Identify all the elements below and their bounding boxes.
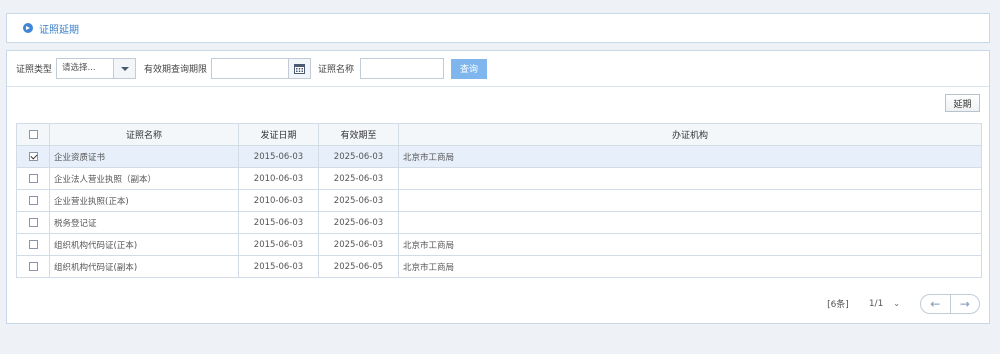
row-checkbox[interactable] <box>28 173 38 183</box>
date-field[interactable] <box>212 59 288 78</box>
cell-name: 税务登记证 <box>49 211 239 234</box>
name-label: 证照名称 <box>318 65 355 75</box>
cell-name: 企业资质证书 <box>49 145 239 168</box>
select-all-checkbox[interactable] <box>28 129 38 139</box>
type-select-value: 请选择... <box>62 63 96 73</box>
row-checkbox[interactable] <box>28 151 38 161</box>
period-date-input[interactable] <box>211 58 312 79</box>
chevron-down-icon[interactable]: ⌄ <box>893 299 900 308</box>
cell-issued: 2015-06-03 <box>238 145 319 168</box>
cell-valid-until: 2025-06-03 <box>318 145 399 168</box>
select-all-cell <box>16 123 50 146</box>
row-checkbox-cell <box>16 255 50 278</box>
name-input[interactable] <box>360 58 445 79</box>
table-row[interactable]: 组织机构代码证(副本) 2015-06-03 2025-06-05 北京市工商局 <box>16 255 982 278</box>
cell-name: 企业营业执照(正本) <box>49 189 239 212</box>
cell-valid-until: 2025-06-03 <box>318 233 399 256</box>
row-checkbox-cell <box>16 189 50 212</box>
cell-valid-until: 2025-06-03 <box>318 211 399 234</box>
main-panel: 证照类型 请选择... 有效期查询期限 证照名称 查询 延期 证照名称 发证日期… <box>6 50 990 324</box>
license-table: 证照名称 发证日期 有效期至 办证机构 企业资质证书 2015-06-03 20… <box>16 123 982 278</box>
page-indicator: 1/1 <box>868 298 884 309</box>
col-agency[interactable]: 办证机构 <box>398 123 982 146</box>
page-title: 证照延期 <box>39 24 79 36</box>
arrow-right-icon[interactable]: → <box>949 294 980 313</box>
table-row[interactable]: 组织机构代码证(正本) 2015-06-03 2025-06-03 北京市工商局 <box>16 233 982 256</box>
row-checkbox[interactable] <box>28 195 38 205</box>
cell-agency: 北京市工商局 <box>398 233 982 256</box>
type-label: 证照类型 <box>16 65 53 75</box>
table-row[interactable]: 企业法人营业执照（副本） 2010-06-03 2025-06-03 <box>16 167 982 190</box>
cell-agency: 北京市工商局 <box>398 255 982 278</box>
page-nav: ← → <box>920 293 980 314</box>
cell-name: 组织机构代码证(副本) <box>49 255 239 278</box>
table-row[interactable]: 税务登记证 2015-06-03 2025-06-03 <box>16 211 982 234</box>
cell-valid-until: 2025-06-03 <box>318 167 399 190</box>
cell-valid-until: 2025-06-03 <box>318 189 399 212</box>
table-row[interactable]: 企业资质证书 2015-06-03 2025-06-03 北京市工商局 <box>16 145 982 168</box>
query-button[interactable]: 查询 <box>451 58 488 79</box>
table-header-row: 证照名称 发证日期 有效期至 办证机构 <box>16 123 982 146</box>
cell-issued: 2015-06-03 <box>238 255 319 278</box>
cell-agency: 北京市工商局 <box>398 145 982 168</box>
cell-valid-until: 2025-06-05 <box>318 255 399 278</box>
row-checkbox[interactable] <box>28 261 38 271</box>
cell-issued: 2015-06-03 <box>238 211 319 234</box>
cell-agency <box>398 211 982 234</box>
record-count: [6条] <box>827 300 849 310</box>
caret-down-icon[interactable] <box>113 59 136 78</box>
cell-issued: 2010-06-03 <box>238 167 319 190</box>
cell-issued: 2010-06-03 <box>238 189 319 212</box>
row-checkbox-cell <box>16 233 50 256</box>
period-label: 有效期查询期限 <box>144 65 208 75</box>
row-checkbox[interactable] <box>28 217 38 227</box>
filter-bar: 证照类型 请选择... 有效期查询期限 证照名称 查询 <box>7 51 989 87</box>
col-valid-until[interactable]: 有效期至 <box>318 123 399 146</box>
col-issued[interactable]: 发证日期 <box>238 123 319 146</box>
row-checkbox-cell <box>16 167 50 190</box>
pagination: [6条] 1/1 ⌄ ← → <box>827 293 980 314</box>
circle-arrow-icon <box>23 23 33 33</box>
row-checkbox-cell <box>16 211 50 234</box>
page-header: 证照延期 <box>6 13 990 43</box>
calendar-icon[interactable] <box>288 59 311 78</box>
cell-agency <box>398 189 982 212</box>
arrow-left-icon[interactable]: ← <box>921 295 950 313</box>
cell-name: 组织机构代码证(正本) <box>49 233 239 256</box>
table-row[interactable]: 企业营业执照(正本) 2010-06-03 2025-06-03 <box>16 189 982 212</box>
cell-issued: 2015-06-03 <box>238 233 319 256</box>
extend-button[interactable]: 延期 <box>945 94 980 112</box>
row-checkbox[interactable] <box>28 239 38 249</box>
col-name[interactable]: 证照名称 <box>49 123 239 146</box>
row-checkbox-cell <box>16 145 50 168</box>
cell-name: 企业法人营业执照（副本） <box>49 167 239 190</box>
cell-agency <box>398 167 982 190</box>
type-select[interactable]: 请选择... <box>56 58 137 79</box>
